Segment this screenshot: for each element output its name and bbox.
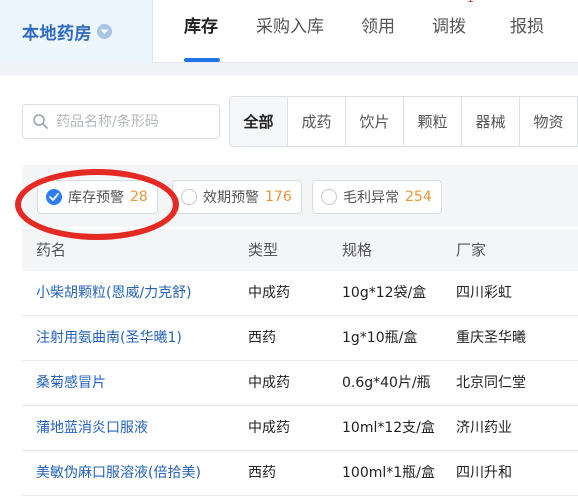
tab-transfer[interactable]: 调拨 1 — [432, 0, 474, 63]
category-patent-medicine[interactable]: 成药 — [288, 97, 346, 146]
drug-manufacturer: 重庆圣华曦 — [456, 330, 526, 346]
filter-stock-alert[interactable]: 库存预警 28 — [37, 180, 158, 214]
table-header: 药名 类型 规格 厂家 — [22, 229, 578, 271]
drug-type: 中成药 — [248, 375, 290, 391]
drug-name-link[interactable]: 美敏伪麻口服溶液(倍拾美) — [36, 451, 201, 495]
drug-manufacturer: 四川彩虹 — [456, 285, 512, 301]
drug-name-link[interactable]: 注射用氨曲南(圣华曦1) — [36, 316, 182, 360]
category-all[interactable]: 全部 — [230, 97, 288, 146]
filter-expiry-alert[interactable]: 效期预警 176 — [172, 180, 302, 214]
alert-filter-bar: 库存预警 28 效期预警 176 毛利异常 254 — [22, 165, 578, 227]
drug-manufacturer: 四川升和 — [456, 465, 512, 481]
category-decoction-pieces[interactable]: 饮片 — [346, 97, 404, 146]
column-header-manufacturer: 厂家 — [456, 241, 487, 259]
drug-spec: 0.6g*40片/瓶 — [342, 375, 431, 391]
column-header-type: 类型 — [248, 241, 279, 259]
filter-label: 毛利异常 — [343, 190, 399, 206]
drug-spec: 1g*10瓶/盒 — [342, 330, 418, 346]
drug-spec: 10ml*12支/盒 — [342, 420, 435, 436]
tab-loss-report[interactable]: 报损 — [510, 0, 544, 63]
drug-name-link[interactable]: 桑菊感冒片 — [36, 361, 106, 405]
drug-name-link[interactable]: 小柴胡颗粒(恩威/力克舒) — [36, 271, 192, 315]
tab-purchase-inbound[interactable]: 采购入库 — [256, 0, 324, 63]
tab-inventory[interactable]: 库存 — [184, 0, 218, 63]
drug-type: 中成药 — [248, 420, 290, 436]
drug-manufacturer: 济川药业 — [456, 420, 512, 436]
table-row[interactable]: 美敏伪麻口服溶液(倍拾美) 西药 100ml*1瓶/盒 四川升和 — [22, 451, 578, 496]
top-header: 本地药房 库存 采购入库 领用 调拨 1 报损 — [0, 0, 578, 63]
check-circle-icon — [46, 189, 62, 205]
table-row[interactable]: 桑菊感冒片 中成药 0.6g*40片/瓶 北京同仁堂 — [22, 361, 578, 406]
search-input[interactable] — [56, 113, 216, 130]
drug-spec: 10g*12袋/盒 — [342, 285, 427, 301]
pharmacy-switcher[interactable]: 本地药房 — [0, 0, 153, 63]
drug-manufacturer: 北京同仁堂 — [456, 375, 526, 391]
table-row[interactable]: 注射用氨曲南(圣华曦1) 西药 1g*10瓶/盒 重庆圣华曦 — [22, 316, 578, 361]
pharmacy-name: 本地药房 — [22, 24, 92, 44]
column-header-spec: 规格 — [342, 241, 373, 259]
column-header-name[interactable]: 药名 — [36, 229, 66, 271]
category-filter: 全部 成药 饮片 颗粒 器械 物资 — [229, 96, 578, 147]
filter-margin-anomaly[interactable]: 毛利异常 254 — [312, 180, 442, 214]
filter-label: 效期预警 — [203, 190, 259, 206]
filter-count: 176 — [265, 189, 292, 205]
drug-type: 中成药 — [248, 285, 290, 301]
chevron-down-icon — [97, 24, 112, 39]
filter-label: 库存预警 — [68, 190, 124, 206]
radio-circle-icon — [321, 189, 337, 205]
active-tab-indicator — [184, 58, 220, 62]
drug-type: 西药 — [248, 330, 276, 346]
filter-count: 28 — [130, 189, 148, 205]
drug-spec: 100ml*1瓶/盒 — [342, 465, 435, 481]
drug-name-link[interactable]: 蒲地蓝消炎口服液 — [36, 406, 148, 450]
table-row[interactable]: 蒲地蓝消炎口服液 中成药 10ml*12支/盒 济川药业 — [22, 406, 578, 451]
radio-circle-icon — [181, 189, 197, 205]
table-row[interactable]: 小柴胡颗粒(恩威/力克舒) 中成药 10g*12袋/盒 四川彩虹 — [22, 271, 578, 316]
category-supplies[interactable]: 物资 — [520, 97, 578, 146]
drug-type: 西药 — [248, 465, 276, 481]
category-devices[interactable]: 器械 — [462, 97, 520, 146]
search-box[interactable] — [22, 104, 220, 139]
filter-count: 254 — [405, 189, 432, 205]
inventory-panel: 全部 成药 饮片 颗粒 器械 物资 库存预警 28 效期预警 176 毛利异常 … — [0, 75, 578, 499]
tab-requisition[interactable]: 领用 — [361, 0, 395, 63]
tab-transfer-label: 调拨 — [432, 17, 466, 37]
search-icon — [33, 114, 48, 129]
category-granules[interactable]: 颗粒 — [404, 97, 462, 146]
transfer-badge: 1 — [467, 0, 474, 6]
